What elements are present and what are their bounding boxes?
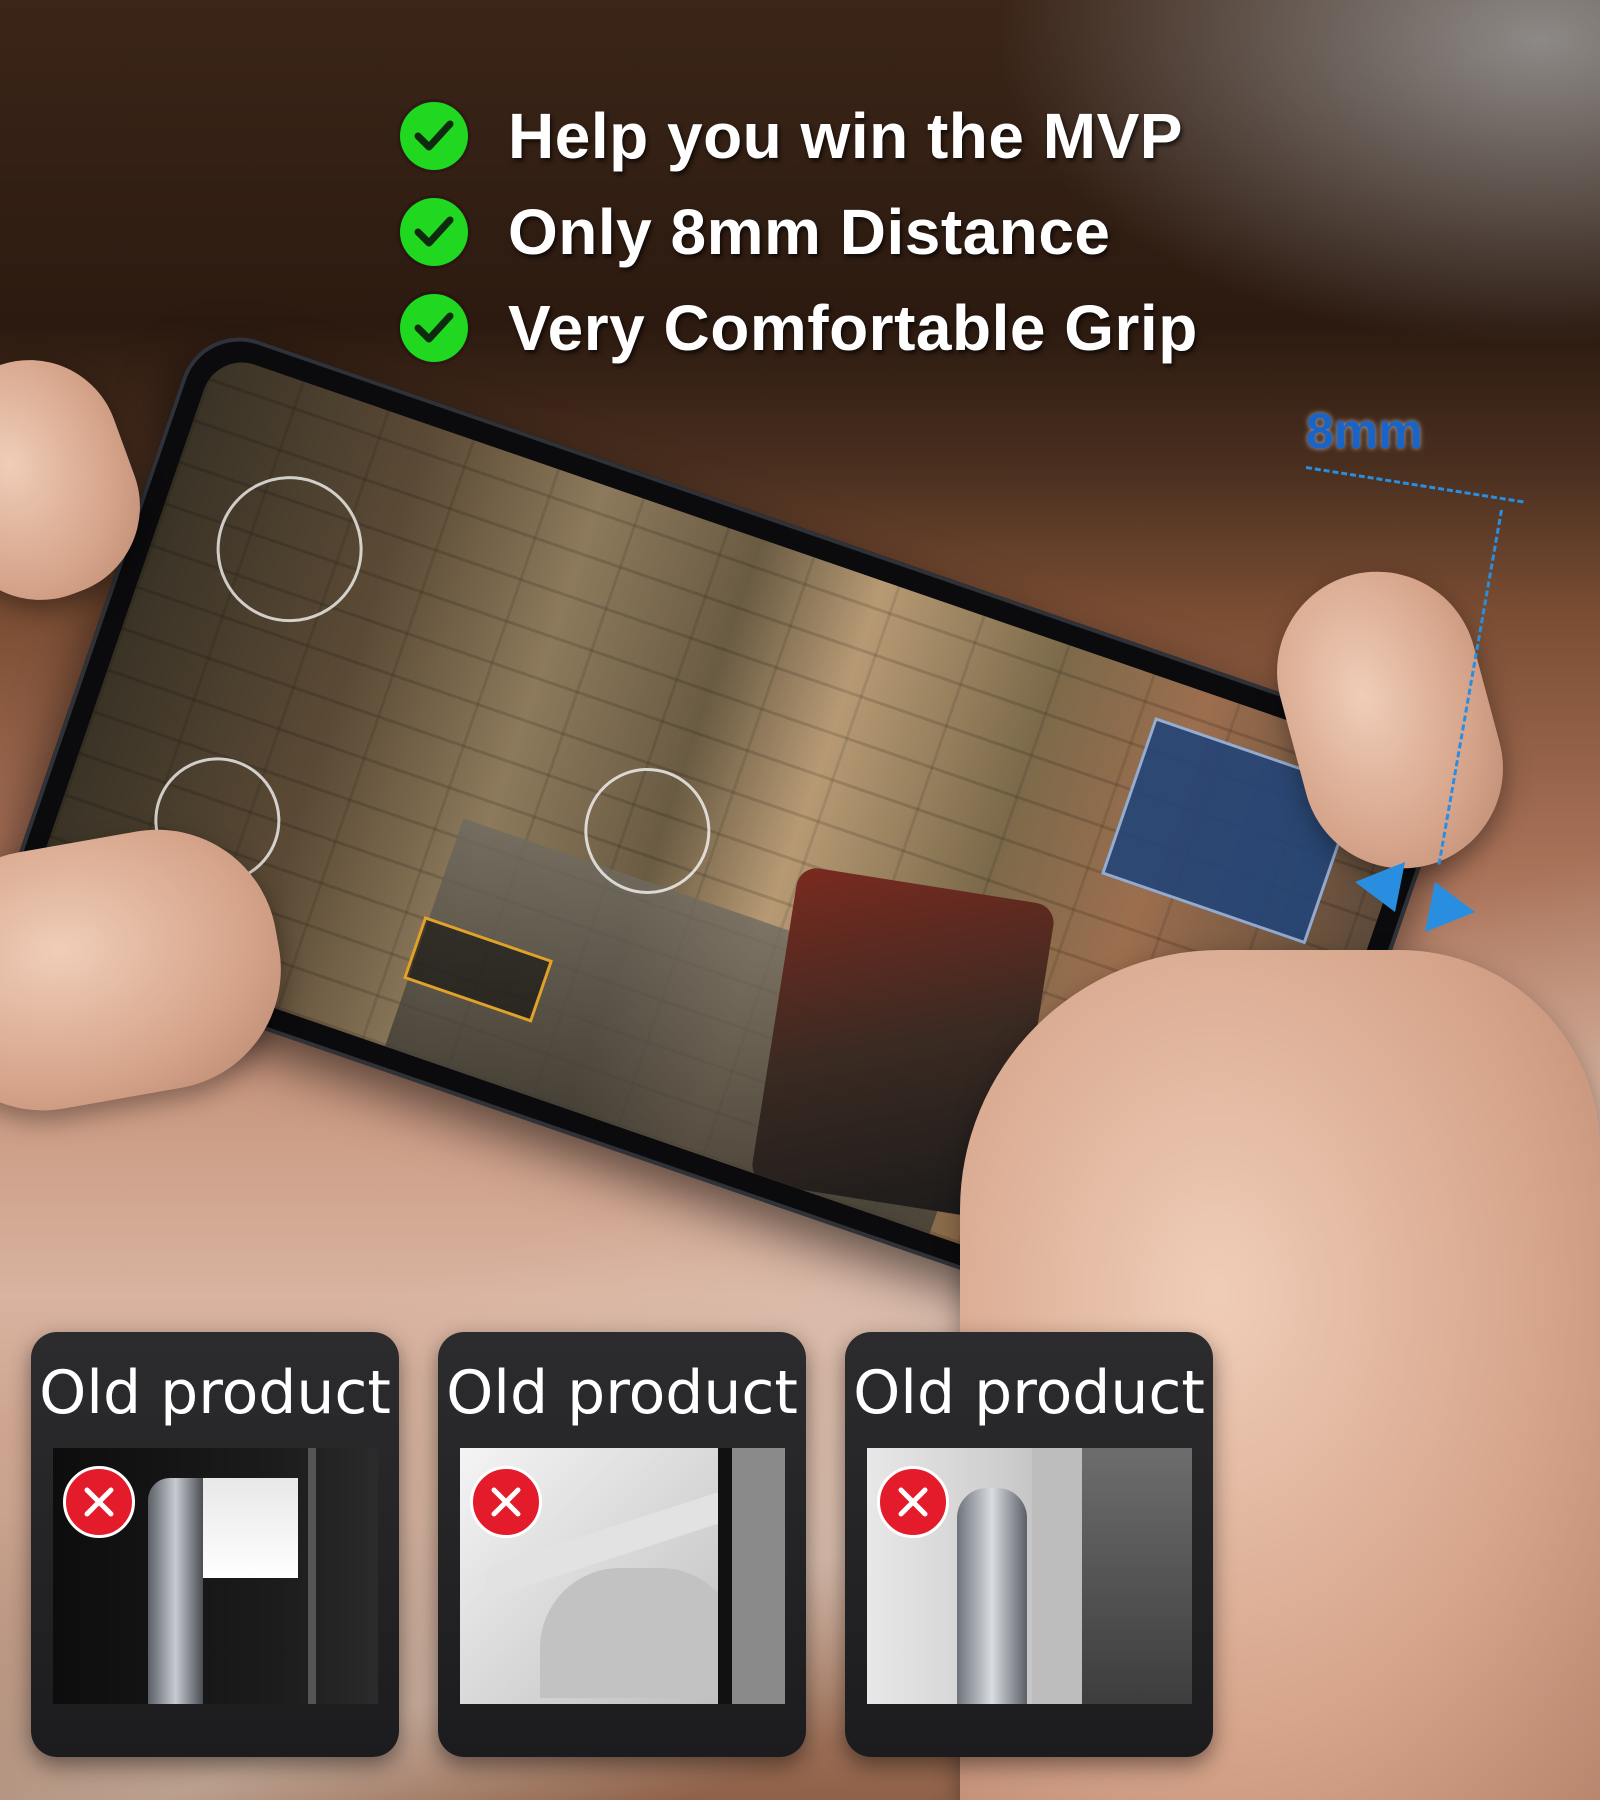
x-circle-icon	[877, 1466, 949, 1538]
benefit-text: Help you win the MVP	[508, 100, 1183, 172]
benefit-item: Very Comfortable Grip	[400, 280, 1198, 376]
card-photo	[53, 1448, 378, 1704]
benefit-list: Help you win the MVP Only 8mm Distance V…	[400, 88, 1198, 376]
benefit-text: Very Comfortable Grip	[508, 292, 1198, 364]
check-circle-icon	[400, 294, 468, 362]
check-circle-icon	[400, 198, 468, 266]
card-title: Old product	[853, 1358, 1205, 1428]
benefit-item: Help you win the MVP	[400, 88, 1198, 184]
card-photo	[867, 1448, 1192, 1704]
measurement-label: 8mm	[1306, 403, 1423, 459]
comparison-cards: Old product Old product Old product	[31, 1332, 1213, 1757]
x-circle-icon	[63, 1466, 135, 1538]
card-title: Old product	[446, 1358, 798, 1428]
benefit-item: Only 8mm Distance	[400, 184, 1198, 280]
x-circle-icon	[470, 1466, 542, 1538]
product-photo: 8mm Help you win the MVP Only 8mm Distan…	[0, 0, 1600, 1800]
double-arrow-icon	[1355, 862, 1475, 932]
old-product-card: Old product	[31, 1332, 399, 1757]
card-photo	[460, 1448, 785, 1704]
benefit-text: Only 8mm Distance	[508, 196, 1111, 268]
old-product-card: Old product	[438, 1332, 806, 1757]
old-product-card: Old product	[845, 1332, 1213, 1757]
check-circle-icon	[400, 102, 468, 170]
card-title: Old product	[39, 1358, 391, 1428]
